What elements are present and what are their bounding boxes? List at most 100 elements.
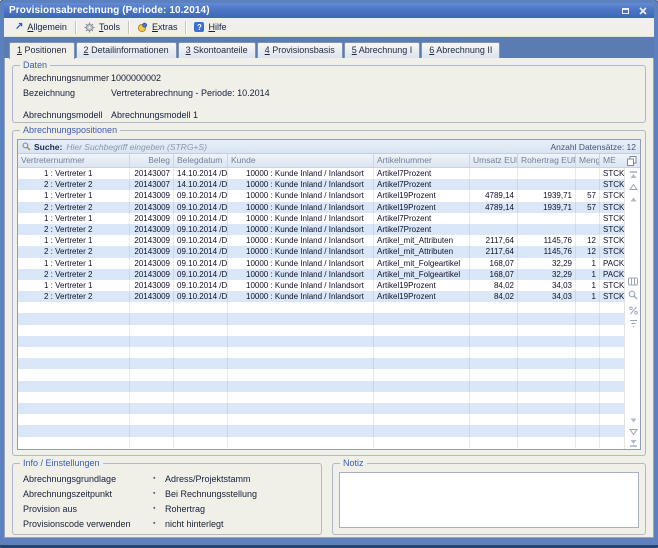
table-row[interactable]: 2 : Vertreter 22014300909.10.2014 /Do100…	[18, 202, 624, 213]
cell-beleg	[130, 336, 174, 347]
table-row[interactable]: 2 : Vertreter 22014300909.10.2014 /Do100…	[18, 269, 624, 280]
menu-extras[interactable]: Extras	[130, 19, 185, 35]
menu-allgemein-label: Allgemein	[27, 22, 67, 32]
column-header-vertreternummer[interactable]: Vertreternummer	[18, 154, 130, 167]
cell-beleg: 20143009	[130, 246, 174, 257]
percent-icon	[629, 306, 638, 315]
cell-beleg: 20143009	[130, 213, 174, 224]
cell-belegdatum	[174, 414, 228, 425]
gear-icon	[84, 22, 95, 33]
table-row[interactable]: 1 : Vertreter 12014300909.10.2014 /Do100…	[18, 213, 624, 224]
column-header-rohertrag-eur[interactable]: Rohertrag EUR	[518, 154, 576, 167]
cell-me: PACK	[600, 269, 624, 280]
column-header-menge[interactable]: Menge	[576, 154, 600, 167]
tab-page-positionen: Daten Abrechnungsnummer 1000000002 Bezei…	[4, 58, 654, 538]
cell-vertreternummer: 1 : Vertreter 1	[18, 213, 130, 224]
cell-beleg	[130, 347, 174, 358]
table-row[interactable]: 1 : Vertreter 12014300909.10.2014 /Do100…	[18, 258, 624, 269]
row-down-icon	[629, 416, 638, 425]
menu-hilfe[interactable]: ? Hilfe	[187, 19, 233, 35]
cell-vertreternummer	[18, 425, 130, 436]
scroll-to-top-button[interactable]	[628, 170, 638, 180]
scroll-to-bottom-button[interactable]	[628, 437, 638, 447]
table-row[interactable]: 1 : Vertreter 12014300909.10.2014 /Do100…	[18, 190, 624, 201]
table-row-empty	[18, 369, 624, 380]
cell-kunde	[228, 369, 374, 380]
menu-tools[interactable]: Tools	[77, 19, 127, 35]
column-header-me[interactable]: ME	[600, 154, 624, 167]
tab-abrechnung-2[interactable]: 6 Abrechnung II	[421, 42, 500, 58]
info-label: Abrechnungsgrundlage	[23, 474, 153, 484]
cell-artikelnummer	[374, 302, 470, 313]
filter-icon	[629, 319, 638, 328]
cell-menge: 1	[576, 291, 600, 302]
tab-positionen[interactable]: 1 Positionen	[9, 42, 75, 59]
cell-artikelnummer	[374, 313, 470, 324]
tab-abrechnung-1[interactable]: 5 Abrechnung I	[344, 42, 421, 58]
table-row[interactable]: 1 : Vertreter 12014300714.10.2014 /Di100…	[18, 168, 624, 179]
zoom-button[interactable]	[628, 290, 638, 300]
page-up-button[interactable]	[628, 182, 638, 192]
cell-umsatz-eur: 84,02	[470, 280, 518, 291]
cell-menge	[576, 369, 600, 380]
close-button[interactable]	[637, 5, 649, 16]
cell-beleg: 20143009	[130, 235, 174, 246]
column-header-kunde[interactable]: Kunde	[228, 154, 374, 167]
percent-button[interactable]	[628, 305, 638, 315]
table-row[interactable]: 1 : Vertreter 12014300909.10.2014 /Do100…	[18, 280, 624, 291]
tab-provisionsbasis[interactable]: 4 Provisionsbasis	[257, 42, 343, 58]
table-row[interactable]: 2 : Vertreter 22014300909.10.2014 /Do100…	[18, 291, 624, 302]
info-value: Bei Rechnungsstellung	[165, 489, 257, 499]
cell-me	[600, 325, 624, 336]
menu-allgemein[interactable]: ↗ Allgemein	[8, 19, 74, 35]
column-header-belegdatum[interactable]: Belegdatum	[174, 154, 228, 167]
search-input[interactable]: Hier Suchbegriff eingeben (STRG+S)	[66, 142, 550, 152]
cell-menge	[576, 313, 600, 324]
tab-detailinformationen[interactable]: 2 Detailinformationen	[76, 42, 177, 58]
columns-icon	[628, 277, 638, 286]
columns-button[interactable]	[628, 276, 638, 286]
cell-umsatz-eur	[470, 325, 518, 336]
table-row[interactable]: 1 : Vertreter 12014300909.10.2014 /Do100…	[18, 235, 624, 246]
cell-umsatz-eur: 2117,64	[470, 246, 518, 257]
field-value: Abrechnungsmodell 1	[111, 110, 198, 120]
cell-me	[600, 358, 624, 369]
notiz-textarea[interactable]	[339, 472, 639, 528]
row-down-button[interactable]	[628, 415, 638, 425]
tab-skontoanteile[interactable]: 3 Skontoanteile	[178, 42, 256, 58]
cell-umsatz-eur	[470, 224, 518, 235]
cell-menge: 12	[576, 235, 600, 246]
info-value: Rohertrag	[165, 504, 205, 514]
row-up-button[interactable]	[628, 194, 638, 204]
filter-button[interactable]	[628, 318, 638, 328]
page-down-button[interactable]	[628, 426, 638, 436]
table-row[interactable]: 2 : Vertreter 22014300909.10.2014 /Do100…	[18, 224, 624, 235]
table-row[interactable]: 2 : Vertreter 22014300714.10.2014 /Di100…	[18, 179, 624, 190]
cell-artikelnummer: Artikel7Prozent	[374, 213, 470, 224]
cell-artikelnummer	[374, 425, 470, 436]
copy-grid-button[interactable]	[624, 154, 640, 167]
cell-menge	[576, 347, 600, 358]
cell-kunde	[228, 325, 374, 336]
table-row[interactable]: 2 : Vertreter 22014300909.10.2014 /Do100…	[18, 246, 624, 257]
positions-group: Abrechnungspositionen Suche: Hier Suchbe…	[12, 130, 646, 456]
column-header-beleg[interactable]: Beleg	[130, 154, 174, 167]
cell-me	[600, 381, 624, 392]
column-header-artikelnummer[interactable]: Artikelnummer	[374, 154, 470, 167]
cell-umsatz-eur	[470, 392, 518, 403]
cell-belegdatum: 09.10.2014 /Do	[174, 246, 228, 257]
scroll-to-top-icon	[629, 171, 638, 180]
cell-me	[600, 437, 624, 448]
cell-vertreternummer: 2 : Vertreter 2	[18, 269, 130, 280]
bullet-icon: ▪	[153, 505, 165, 512]
cell-kunde	[228, 302, 374, 313]
column-header-umsatz-eur[interactable]: Umsatz EUR	[470, 154, 518, 167]
maximize-button[interactable]	[619, 5, 631, 16]
menu-hilfe-label: Hilfe	[208, 22, 226, 32]
cell-menge	[576, 168, 600, 179]
cell-beleg: 20143009	[130, 258, 174, 269]
cell-rohertrag-eur	[518, 369, 576, 380]
cell-belegdatum	[174, 325, 228, 336]
cell-umsatz-eur	[470, 403, 518, 414]
cell-beleg	[130, 313, 174, 324]
